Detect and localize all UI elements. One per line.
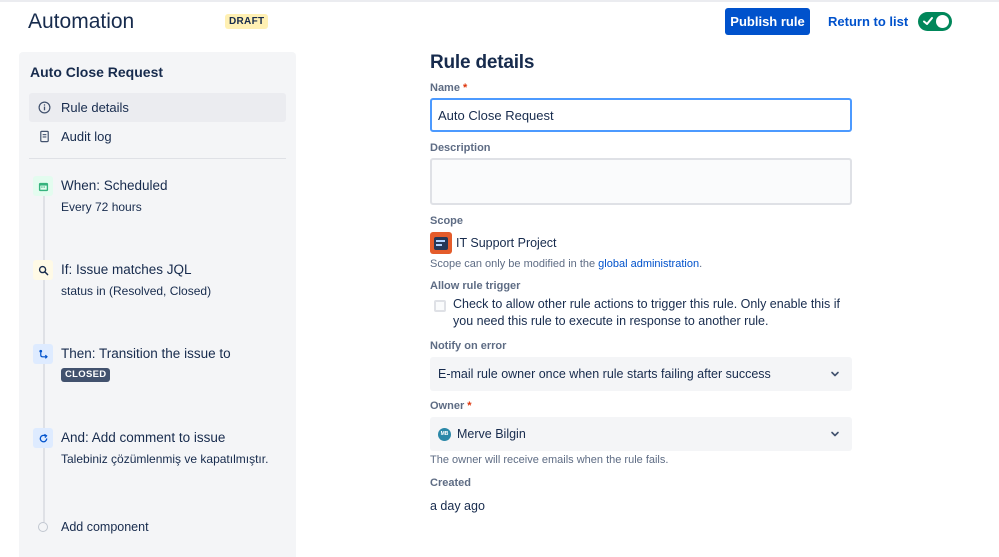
- document-icon: [38, 130, 51, 143]
- sidebar-divider: [29, 158, 286, 159]
- rule-name-field[interactable]: [430, 98, 852, 132]
- allow-trigger-label: Allow rule trigger: [430, 280, 521, 292]
- search-icon: [33, 260, 53, 280]
- chevron-down-icon: [831, 431, 839, 437]
- owner-select[interactable]: MB Merve Bilgin: [430, 417, 852, 451]
- transition-icon: [33, 344, 53, 364]
- publish-rule-button[interactable]: Publish rule: [725, 8, 810, 35]
- sidebar-item-audit-log[interactable]: Audit log: [29, 122, 286, 151]
- scope-project: IT Support Project: [430, 232, 557, 254]
- top-border: [0, 0, 999, 2]
- add-component-label: Add component: [61, 520, 149, 534]
- description-field[interactable]: [430, 158, 852, 205]
- notify-label: Notify on error: [430, 340, 507, 352]
- step-detail: status in (Resolved, Closed): [61, 284, 212, 298]
- required-asterisk: *: [463, 82, 468, 94]
- step-detail: Talebiniz çözümlenmiş ve kapatılmıştır.: [61, 452, 269, 466]
- add-component-dot-icon: [38, 522, 48, 532]
- rule-enabled-toggle[interactable]: [918, 12, 952, 31]
- step-detail: Every 72 hours: [61, 200, 142, 214]
- owner-hint: The owner will receive emails when the r…: [430, 454, 669, 466]
- step-title: Then: Transition the issue to: [61, 346, 231, 361]
- step-title: And: Add comment to issue: [61, 430, 226, 445]
- sidebar-rule-name: Auto Close Request: [30, 64, 164, 80]
- avatar: MB: [438, 427, 451, 441]
- status-lozenge: CLOSED: [61, 368, 111, 382]
- step-title: When: Scheduled: [61, 178, 168, 193]
- check-icon: [923, 17, 933, 25]
- description-label: Description: [430, 142, 491, 154]
- sidebar-item-label: Audit log: [61, 129, 112, 144]
- return-to-list-link[interactable]: Return to list: [828, 14, 908, 29]
- calendar-icon: [33, 176, 53, 196]
- refresh-icon: [33, 428, 53, 448]
- sidebar-nav: Rule details Audit log: [29, 93, 286, 151]
- page-title: Rule details: [430, 52, 535, 73]
- owner-selected-value: Merve Bilgin: [457, 427, 526, 441]
- chevron-down-icon: [831, 371, 839, 377]
- project-icon: [430, 232, 452, 254]
- rule-sidebar: Auto Close Request Rule details Audit lo…: [19, 52, 296, 557]
- notify-on-error-select[interactable]: E-mail rule owner once when rule starts …: [430, 357, 852, 391]
- sidebar-item-rule-details[interactable]: Rule details: [29, 93, 286, 122]
- sidebar-item-label: Rule details: [61, 100, 129, 115]
- allow-trigger-checkbox[interactable]: [434, 300, 446, 312]
- step-title: If: Issue matches JQL: [61, 262, 192, 277]
- info-icon: [38, 101, 51, 114]
- required-asterisk: *: [467, 400, 472, 412]
- created-value: a day ago: [430, 499, 485, 513]
- scope-project-name: IT Support Project: [456, 236, 557, 250]
- notify-selected-value: E-mail rule owner once when rule starts …: [438, 367, 771, 381]
- allow-trigger-text: Check to allow other rule actions to tri…: [453, 297, 840, 328]
- draft-badge: DRAFT: [225, 14, 269, 29]
- app-title: Automation: [28, 10, 135, 33]
- scope-label: Scope: [430, 215, 464, 227]
- created-label: Created: [430, 477, 471, 489]
- owner-label: Owner *: [430, 400, 472, 412]
- name-label: Name *: [430, 82, 468, 94]
- global-administration-link[interactable]: global administration: [598, 258, 699, 270]
- rule-details-form: Rule details Name * Description Scope IT…: [430, 52, 852, 513]
- toggle-knob: [936, 15, 949, 28]
- scope-hint: Scope can only be modified in the global…: [430, 258, 703, 270]
